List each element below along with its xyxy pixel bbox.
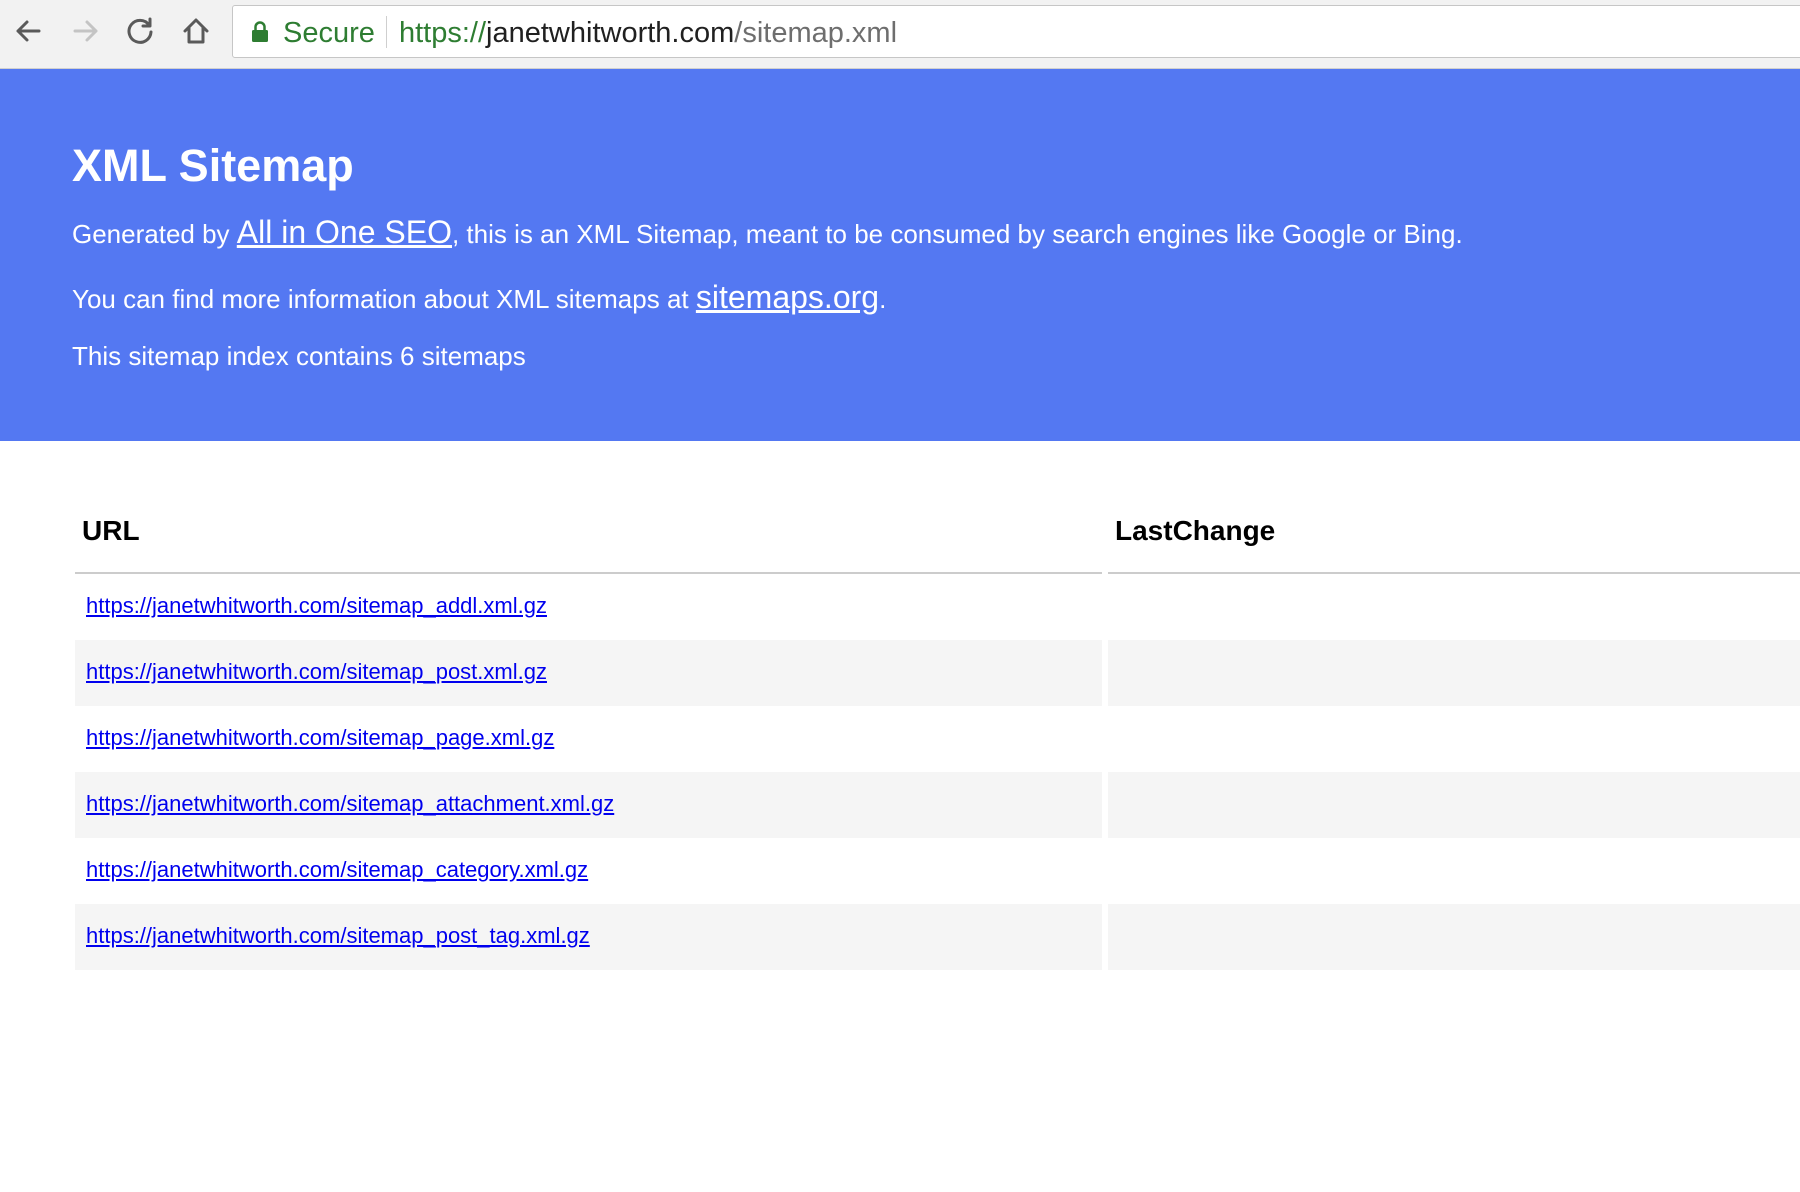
arrow-right-icon [73, 20, 98, 42]
url-text[interactable]: https://janetwhitworth.com/sitemap.xml [399, 17, 897, 49]
generated-by-text: Generated by All in One SEO, this is an … [72, 215, 1463, 251]
lastchange-cell [1108, 904, 1800, 970]
lastchange-cell [1108, 772, 1800, 838]
browser-toolbar: Secure https://janetwhitworth.com/sitema… [0, 0, 1800, 69]
lastchange-cell [1108, 838, 1800, 904]
sitemaps-org-link[interactable]: sitemaps.org [696, 279, 879, 315]
table-row: https://janetwhitworth.com/sitemap_post_… [75, 904, 1800, 970]
column-header-lastchange: LastChange [1108, 496, 1800, 574]
url-cell: https://janetwhitworth.com/sitemap_addl.… [75, 574, 1102, 640]
url-cell: https://janetwhitworth.com/sitemap_attac… [75, 772, 1102, 838]
reload-icon [127, 17, 153, 44]
table-row: https://janetwhitworth.com/sitemap_addl.… [75, 574, 1800, 640]
omnibox-divider [386, 16, 387, 48]
forward-button[interactable] [68, 13, 104, 49]
lock-icon [252, 21, 268, 42]
generator-link[interactable]: All in One SEO [237, 214, 452, 250]
sitemap-count-text: This sitemap index contains 6 sitemaps [72, 341, 526, 371]
table-row: https://janetwhitworth.com/sitemap_page.… [75, 706, 1800, 772]
info-suffix: . [879, 284, 887, 314]
secure-label: Secure [283, 17, 375, 49]
lastchange-cell [1108, 706, 1800, 772]
url-cell: https://janetwhitworth.com/sitemap_categ… [75, 838, 1102, 904]
lastchange-cell [1108, 640, 1800, 706]
url-scheme: https:// [399, 17, 487, 49]
sitemap-link[interactable]: https://janetwhitworth.com/sitemap_post_… [86, 922, 590, 950]
home-icon [183, 18, 209, 44]
url-cell: https://janetwhitworth.com/sitemap_post_… [75, 904, 1102, 970]
sitemap-link[interactable]: https://janetwhitworth.com/sitemap_categ… [86, 856, 588, 884]
sitemap-link[interactable]: https://janetwhitworth.com/sitemap_post.… [86, 658, 547, 686]
lastchange-cell [1108, 574, 1800, 640]
home-button[interactable] [178, 13, 214, 49]
address-bar[interactable]: Secure https://janetwhitworth.com/sitema… [232, 5, 1800, 58]
table-row: https://janetwhitworth.com/sitemap_attac… [75, 772, 1800, 838]
sitemap-link[interactable]: https://janetwhitworth.com/sitemap_addl.… [86, 592, 547, 620]
sitemap-header: XML Sitemap Generated by All in One SEO,… [0, 69, 1800, 441]
url-path: /sitemap.xml [734, 17, 898, 49]
page-title: XML Sitemap [72, 140, 354, 191]
info-text: You can find more information about XML … [72, 280, 886, 316]
info-prefix: You can find more information about XML … [72, 284, 696, 314]
url-host: janetwhitworth.com [486, 17, 735, 49]
sitemap-link[interactable]: https://janetwhitworth.com/sitemap_attac… [86, 790, 614, 818]
arrow-left-icon [16, 20, 41, 42]
table-row: https://janetwhitworth.com/sitemap_post.… [75, 640, 1800, 706]
url-cell: https://janetwhitworth.com/sitemap_page.… [75, 706, 1102, 772]
reload-button[interactable] [122, 13, 158, 49]
column-header-url: URL [75, 496, 1102, 574]
generated-prefix: Generated by [72, 219, 237, 249]
table-row: https://janetwhitworth.com/sitemap_categ… [75, 838, 1800, 904]
url-cell: https://janetwhitworth.com/sitemap_post.… [75, 640, 1102, 706]
sitemap-link[interactable]: https://janetwhitworth.com/sitemap_page.… [86, 724, 554, 752]
back-button[interactable] [10, 13, 46, 49]
generated-suffix: , this is an XML Sitemap, meant to be co… [451, 219, 1463, 249]
